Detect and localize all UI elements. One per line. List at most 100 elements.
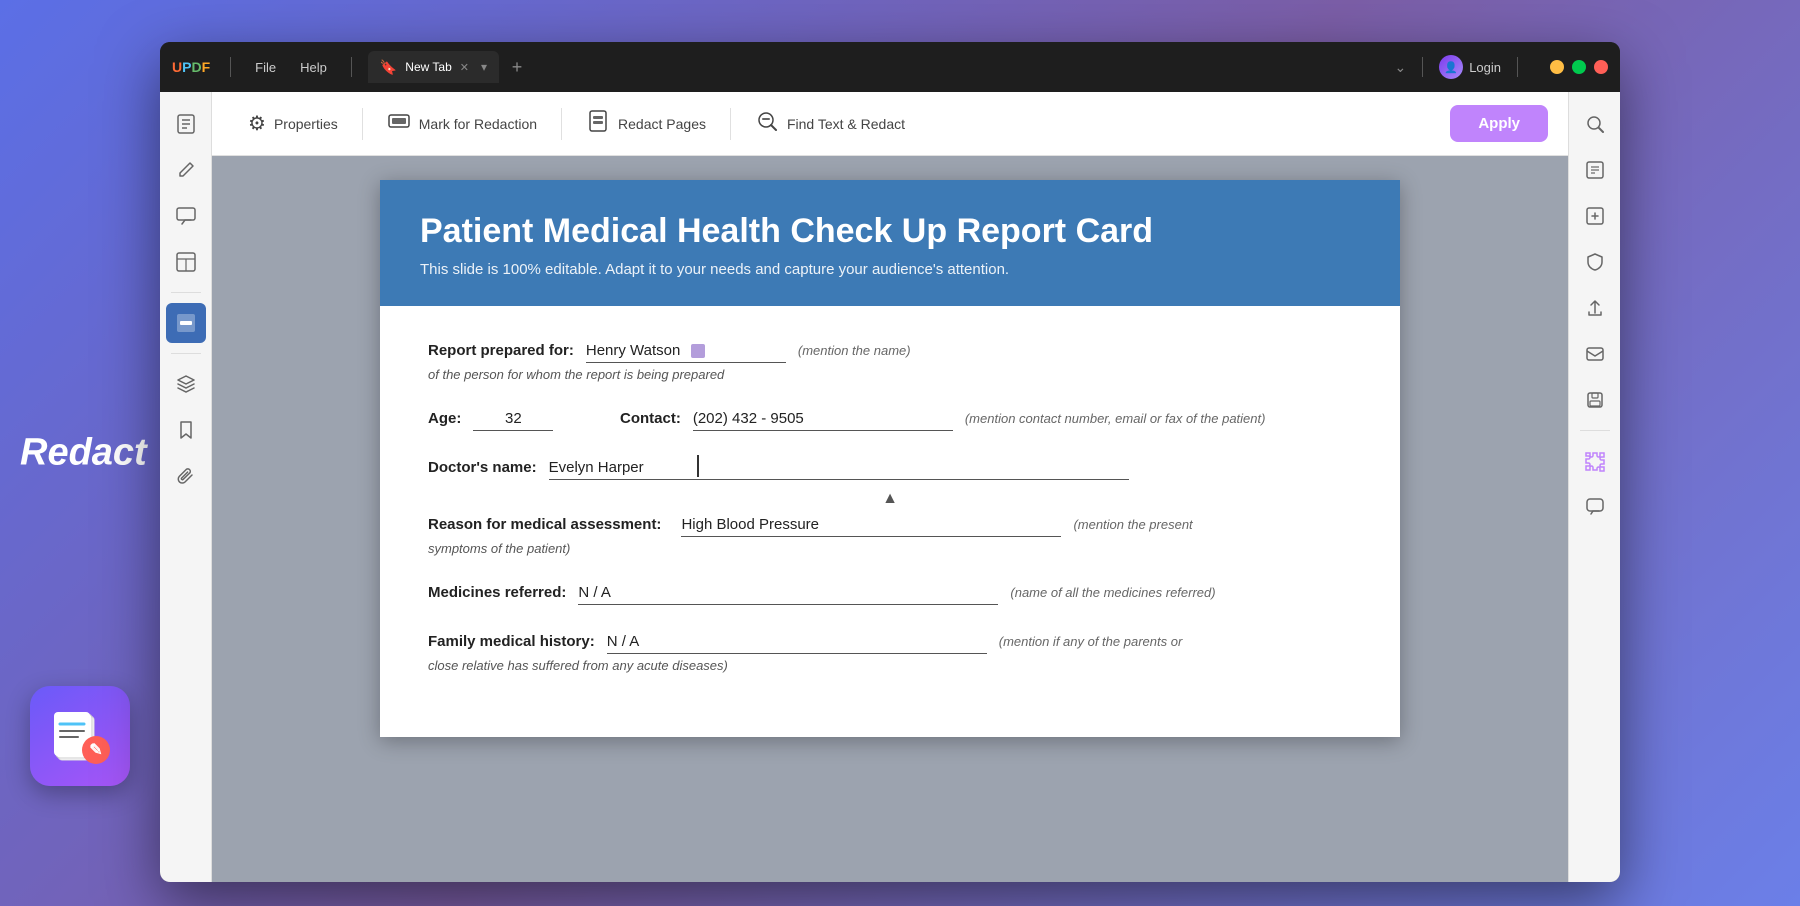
app-logo: UPDF bbox=[172, 59, 210, 75]
right-puzzle-icon[interactable] bbox=[1575, 441, 1615, 481]
medicines-value: N / A bbox=[578, 584, 998, 605]
tab-icon: 🔖 bbox=[380, 59, 397, 76]
apply-button[interactable]: Apply bbox=[1450, 105, 1548, 142]
age-label: Age: bbox=[428, 410, 461, 427]
redact-pages-icon bbox=[586, 109, 610, 139]
toolbar-sep-1 bbox=[362, 108, 363, 140]
right-protect-icon[interactable] bbox=[1575, 242, 1615, 282]
tab-bar: 🔖 New Tab ✕ ▾ + bbox=[368, 51, 1387, 83]
right-sidebar bbox=[1568, 92, 1620, 882]
main-content: ⚙ Properties Mark for Redaction Redact P… bbox=[212, 92, 1568, 882]
redact-marker bbox=[691, 344, 705, 358]
titlebar-divider-4 bbox=[1517, 57, 1518, 77]
tab-add-button[interactable]: + bbox=[503, 53, 531, 81]
sidebar-divider bbox=[171, 292, 201, 293]
doctors-name-label: Doctor's name: bbox=[428, 459, 537, 476]
pdf-area[interactable]: Patient Medical Health Check Up Report C… bbox=[212, 156, 1568, 882]
maximize-button[interactable] bbox=[1572, 60, 1586, 74]
right-mail-icon[interactable] bbox=[1575, 334, 1615, 374]
reason-value: High Blood Pressure bbox=[681, 516, 1061, 537]
pdf-page: Patient Medical Health Check Up Report C… bbox=[380, 180, 1400, 737]
properties-icon: ⚙ bbox=[248, 111, 266, 136]
find-text-redact-icon bbox=[755, 109, 779, 139]
report-for-label: Report prepared for: bbox=[428, 342, 574, 359]
titlebar-right: ⌄ 👤 Login bbox=[1394, 55, 1608, 79]
redact-pages-label: Redact Pages bbox=[618, 116, 706, 132]
right-compress-icon[interactable] bbox=[1575, 196, 1615, 236]
form-row-medicines: Medicines referred: N / A (name of all t… bbox=[428, 584, 1352, 605]
app-icon: ✎ bbox=[30, 686, 130, 786]
login-button[interactable]: 👤 Login bbox=[1439, 55, 1501, 79]
right-search-icon[interactable] bbox=[1575, 104, 1615, 144]
menu-help[interactable]: Help bbox=[292, 56, 335, 79]
pdf-form: Report prepared for: Henry Watson (menti… bbox=[380, 306, 1400, 737]
tab-label: New Tab bbox=[405, 60, 451, 74]
minimize-button[interactable] bbox=[1550, 60, 1564, 74]
toolbar-sep-3 bbox=[730, 108, 731, 140]
family-history-label: Family medical history: bbox=[428, 633, 595, 650]
sidebar-table-icon[interactable] bbox=[166, 242, 206, 282]
age-value: 32 bbox=[473, 410, 553, 431]
titlebar-divider-1 bbox=[230, 57, 231, 77]
family-history-subtext: close relative has suffered from any acu… bbox=[428, 658, 1352, 673]
form-row-reason: Reason for medical assessment: High Bloo… bbox=[428, 516, 1352, 556]
tab-dropdown[interactable]: ▾ bbox=[481, 60, 487, 74]
pdf-title: Patient Medical Health Check Up Report C… bbox=[420, 212, 1360, 251]
pdf-subtitle: This slide is 100% editable. Adapt it to… bbox=[420, 261, 1360, 278]
user-avatar: 👤 bbox=[1439, 55, 1463, 79]
sidebar-layers-icon[interactable] bbox=[166, 364, 206, 404]
window-controls bbox=[1550, 60, 1608, 74]
find-text-redact-button[interactable]: Find Text & Redact bbox=[739, 101, 921, 147]
report-for-hint: (mention the name) bbox=[798, 343, 911, 358]
doctors-name-value: Evelyn Harper bbox=[549, 459, 1129, 480]
redact-pages-button[interactable]: Redact Pages bbox=[570, 101, 722, 147]
sidebar-document-icon[interactable] bbox=[166, 104, 206, 144]
right-save-icon[interactable] bbox=[1575, 380, 1615, 420]
right-chat-icon[interactable] bbox=[1575, 487, 1615, 527]
tab-new[interactable]: 🔖 New Tab ✕ ▾ bbox=[368, 51, 499, 83]
tab-close-btn[interactable]: ✕ bbox=[460, 61, 469, 74]
contact-hint: (mention contact number, email or fax of… bbox=[965, 411, 1266, 426]
toolbar: ⚙ Properties Mark for Redaction Redact P… bbox=[212, 92, 1568, 156]
login-label: Login bbox=[1469, 60, 1501, 75]
toolbar-sep-2 bbox=[561, 108, 562, 140]
titlebar-dropdown[interactable]: ⌄ bbox=[1394, 59, 1406, 76]
sidebar-attachment-icon[interactable] bbox=[166, 456, 206, 496]
find-text-redact-label: Find Text & Redact bbox=[787, 116, 905, 132]
titlebar-divider-3 bbox=[1422, 57, 1423, 77]
form-row-age-contact: Age: 32 Contact: (202) 432 - 9505 (menti… bbox=[428, 410, 1352, 431]
sidebar-bookmark-icon[interactable] bbox=[166, 410, 206, 450]
medicines-hint: (name of all the medicines referred) bbox=[1010, 585, 1215, 600]
reason-subtext: symptoms of the patient) bbox=[428, 541, 1352, 556]
form-row-family: Family medical history: N / A (mention i… bbox=[428, 633, 1352, 673]
form-row-doctor: Doctor's name: Evelyn Harper bbox=[428, 459, 1352, 480]
form-row-report: Report prepared for: Henry Watson (menti… bbox=[428, 342, 1352, 382]
properties-button[interactable]: ⚙ Properties bbox=[232, 103, 354, 144]
svg-text:✎: ✎ bbox=[89, 742, 102, 759]
sidebar-divider-2 bbox=[171, 353, 201, 354]
report-for-value: Henry Watson bbox=[586, 342, 786, 363]
sidebar-redact-icon[interactable] bbox=[166, 303, 206, 343]
contact-label: Contact: bbox=[620, 410, 681, 427]
reason-label: Reason for medical assessment: bbox=[428, 516, 661, 533]
family-history-hint: (mention if any of the parents or bbox=[999, 634, 1183, 649]
mark-redaction-label: Mark for Redaction bbox=[419, 116, 537, 132]
report-for-subtext: of the person for whom the report is bei… bbox=[428, 367, 1352, 382]
titlebar-divider-2 bbox=[351, 57, 352, 77]
properties-label: Properties bbox=[274, 116, 338, 132]
mark-redaction-button[interactable]: Mark for Redaction bbox=[371, 101, 553, 147]
contact-value: (202) 432 - 9505 bbox=[693, 410, 953, 431]
right-ocr-icon[interactable] bbox=[1575, 150, 1615, 190]
right-share-icon[interactable] bbox=[1575, 288, 1615, 328]
pdf-header: Patient Medical Health Check Up Report C… bbox=[380, 180, 1400, 306]
cursor-arrow: ▲ bbox=[428, 490, 1352, 508]
close-button[interactable] bbox=[1594, 60, 1608, 74]
left-sidebar bbox=[160, 92, 212, 882]
mark-redaction-icon bbox=[387, 109, 411, 139]
sidebar-edit-icon[interactable] bbox=[166, 150, 206, 190]
medicines-label: Medicines referred: bbox=[428, 584, 566, 601]
background-redact-label: Redact bbox=[20, 432, 147, 475]
titlebar: UPDF File Help 🔖 New Tab ✕ ▾ + ⌄ 👤 Login bbox=[160, 42, 1620, 92]
menu-file[interactable]: File bbox=[247, 56, 284, 79]
sidebar-comment-icon[interactable] bbox=[166, 196, 206, 236]
